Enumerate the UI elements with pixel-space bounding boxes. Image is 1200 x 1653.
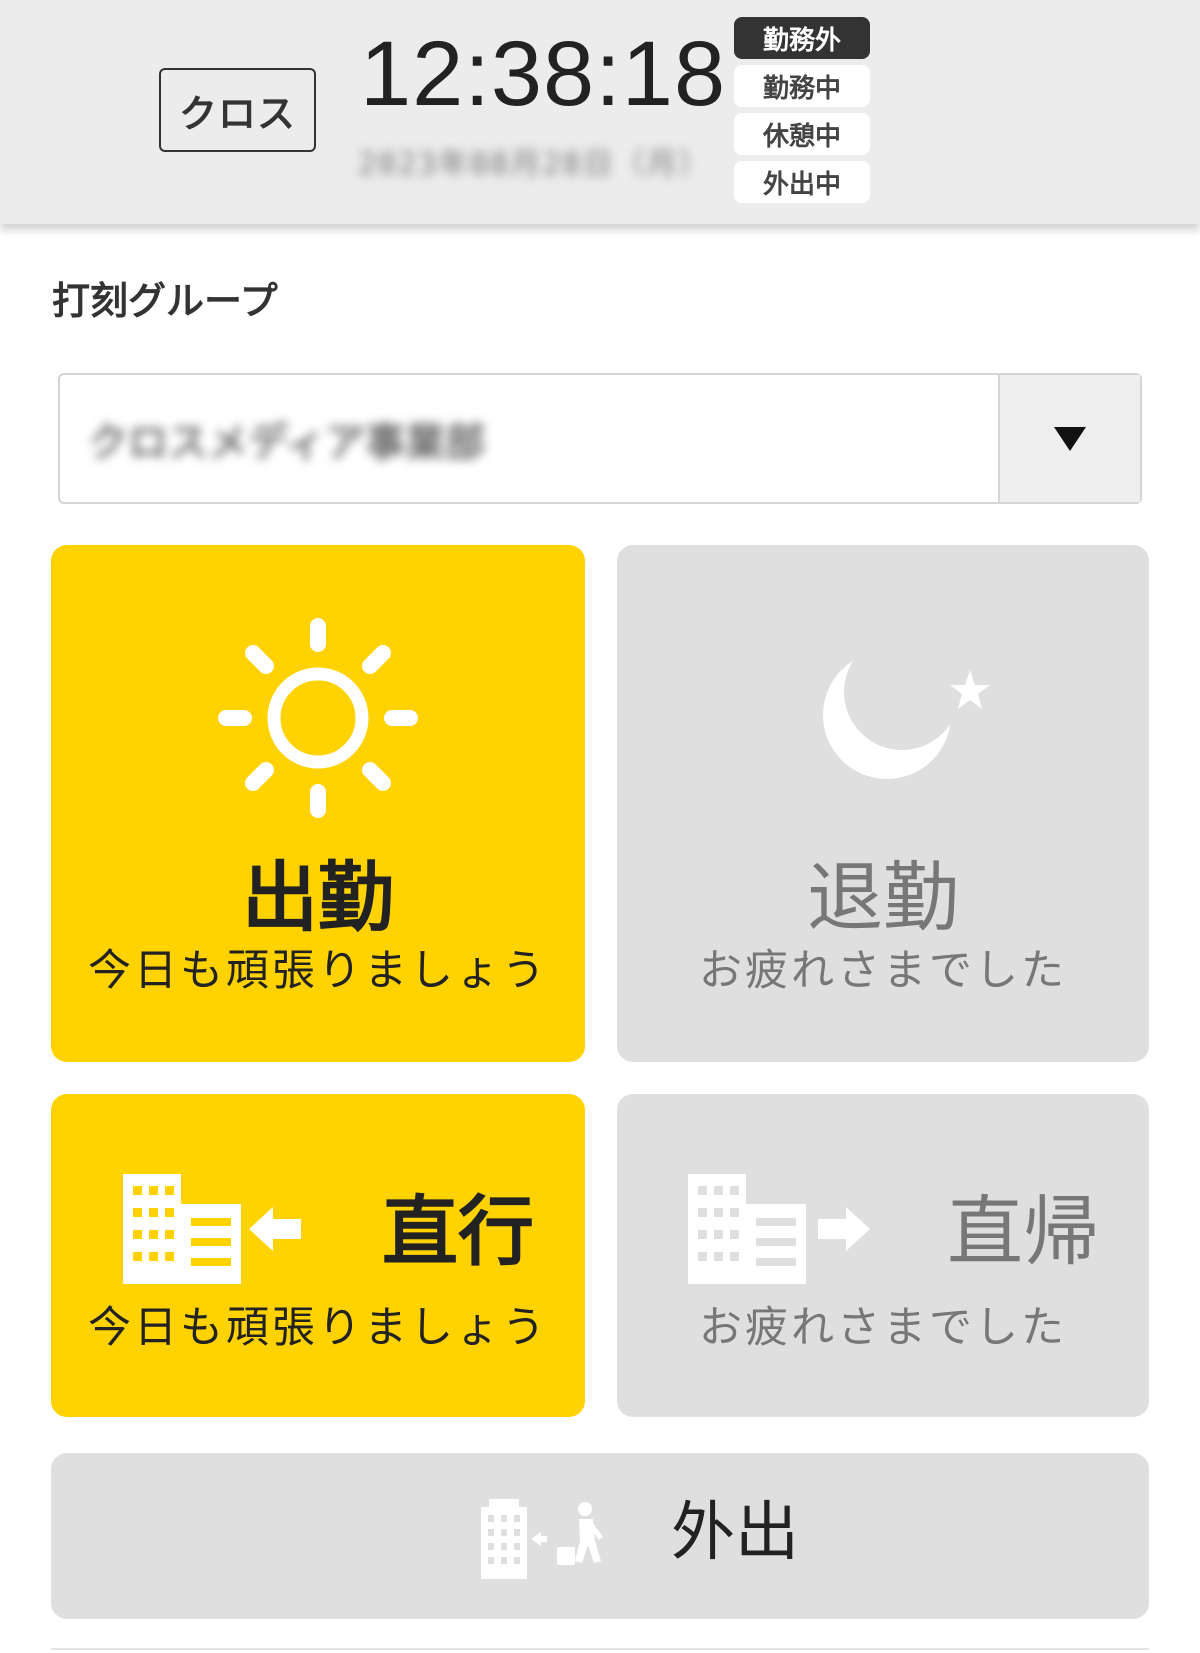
direct-return-button[interactable]: 直帰 お疲れさまでした — [617, 1094, 1149, 1417]
clock-in-subtitle: 今日も頑張りましょう — [88, 946, 548, 996]
go-out-label: 外出 — [671, 1496, 799, 1570]
status-badge-on-duty: 勤務中 — [734, 65, 870, 107]
moon-star-icon — [823, 651, 990, 779]
direct-return-subtitle: お疲れさまでした — [699, 1303, 1067, 1353]
status-badge-out: 外出中 — [734, 161, 870, 203]
direct-return-title: 直帰 — [947, 1187, 1099, 1276]
punch-group-label: 打刻グループ — [52, 279, 278, 323]
go-out-button[interactable]: 外出 — [51, 1453, 1149, 1619]
clock-in-button[interactable]: 出勤 今日も頑張りましょう — [51, 545, 585, 1062]
direct-go-button[interactable]: 直行 今日も頑張りましょう — [51, 1094, 585, 1417]
status-header: クロス 12:38:18 2023年08月28日（月） 勤務外 勤務中 休憩中 … — [0, 0, 1200, 224]
clock-in-title: 出勤 — [242, 853, 394, 942]
status-list: 勤務外 勤務中 休憩中 外出中 — [734, 17, 870, 209]
brand-label: クロス — [159, 68, 316, 152]
current-time: 12:38:18 — [360, 23, 727, 125]
bottom-divider — [51, 1648, 1149, 1650]
current-date: 2023年08月28日（月） — [358, 147, 711, 182]
sun-icon — [218, 618, 418, 818]
dropdown-toggle-button[interactable] — [998, 375, 1140, 502]
status-badge-on-break: 休憩中 — [734, 113, 870, 155]
clock-out-subtitle: お疲れさまでした — [699, 946, 1067, 996]
punch-group-value[interactable]: クロスメディア事業部 — [60, 375, 998, 502]
clock-out-button[interactable]: 退勤 お疲れさまでした — [617, 545, 1149, 1062]
status-badge-off-duty: 勤務外 — [734, 17, 870, 59]
clock-out-title: 退勤 — [807, 853, 959, 942]
punch-group-select[interactable]: クロスメディア事業部 — [58, 373, 1142, 504]
direct-go-subtitle: 今日も頑張りましょう — [88, 1303, 548, 1353]
triangle-down-icon — [1054, 426, 1086, 451]
building-walker-icon — [481, 1499, 603, 1579]
direct-go-title: 直行 — [382, 1187, 534, 1276]
